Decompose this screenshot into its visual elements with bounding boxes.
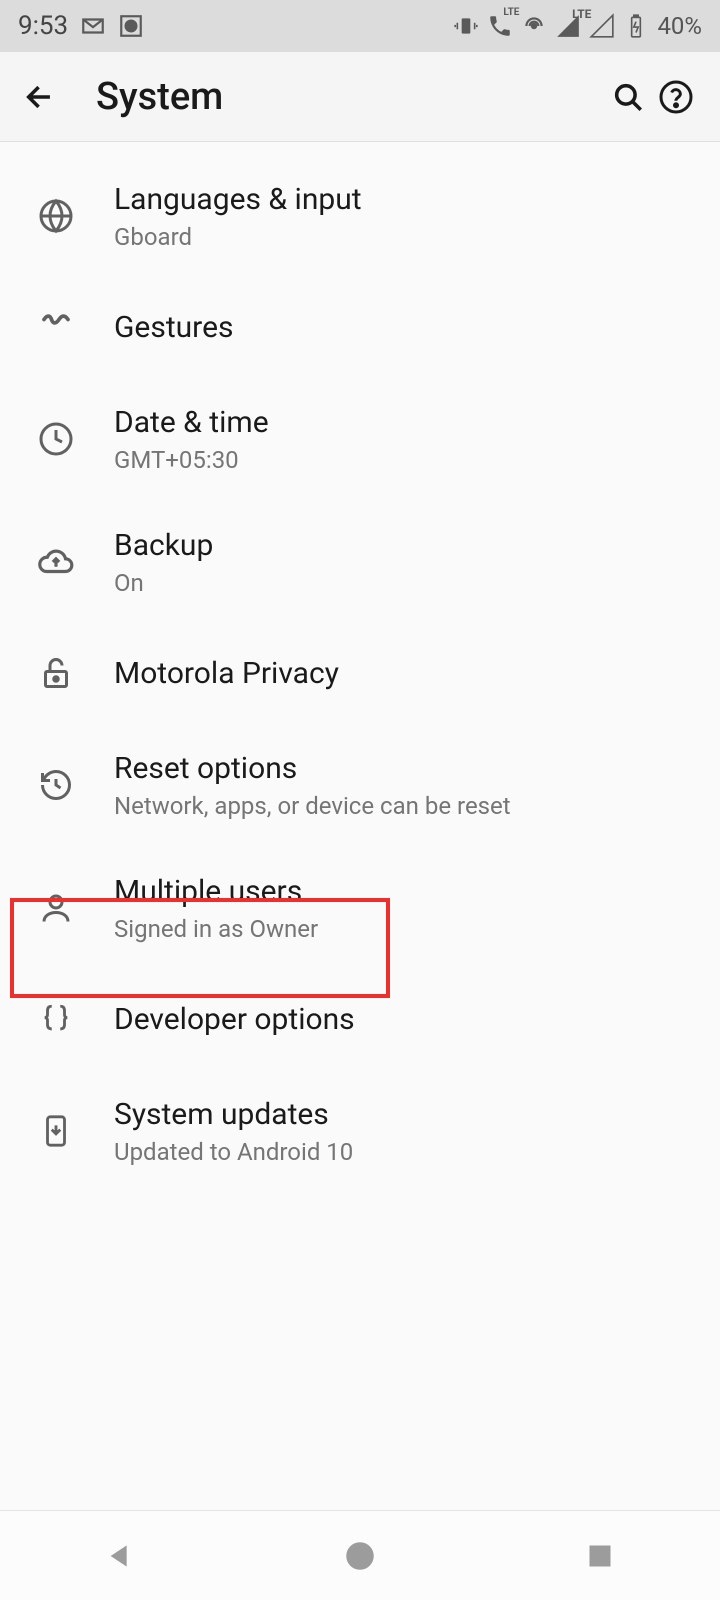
status-left: 9:53 — [18, 11, 144, 41]
nav-back-button[interactable] — [90, 1526, 150, 1586]
call-lte-icon: LTE — [487, 13, 513, 39]
globe-icon — [24, 198, 88, 234]
gmail-icon — [80, 13, 106, 39]
settings-item-subtitle: GMT+05:30 — [114, 446, 269, 474]
signal-full-icon: LTE — [555, 13, 581, 39]
status-right: LTE LTE 40% — [453, 12, 702, 40]
settings-item-title: Reset options — [114, 749, 511, 788]
settings-item-title: System updates — [114, 1095, 353, 1134]
back-button[interactable] — [20, 77, 60, 117]
settings-item-title: Gestures — [114, 308, 233, 347]
settings-item-subtitle: Gboard — [114, 223, 362, 251]
restore-icon — [24, 767, 88, 803]
settings-item-reset[interactable]: Reset options Network, apps, or device c… — [0, 723, 720, 846]
battery-percent: 40% — [657, 12, 702, 40]
settings-item-title: Developer options — [114, 1000, 355, 1039]
settings-item-subtitle: Signed in as Owner — [114, 915, 318, 943]
lock-open-icon — [24, 655, 88, 691]
help-button[interactable] — [652, 73, 700, 121]
nav-home-button[interactable] — [330, 1526, 390, 1586]
settings-item-subtitle: Updated to Android 10 — [114, 1138, 353, 1166]
hotspot-icon — [521, 13, 547, 39]
nav-recent-button[interactable] — [570, 1526, 630, 1586]
signal-empty-icon — [589, 13, 615, 39]
settings-item-title: Motorola Privacy — [114, 654, 339, 693]
system-update-icon — [24, 1114, 88, 1148]
page-title: System — [96, 75, 604, 119]
settings-item-datetime[interactable]: Date & time GMT+05:30 — [0, 377, 720, 500]
status-bar: 9:53 LTE LTE 40% — [0, 0, 720, 52]
search-button[interactable] — [604, 73, 652, 121]
call-lte-label: LTE — [503, 7, 519, 18]
settings-item-privacy[interactable]: Motorola Privacy — [0, 623, 720, 723]
settings-item-subtitle: Network, apps, or device can be reset — [114, 792, 511, 820]
settings-item-title: Date & time — [114, 403, 269, 442]
gesture-icon — [24, 309, 88, 345]
clock-icon — [24, 421, 88, 457]
settings-item-title: Backup — [114, 526, 213, 565]
braces-icon — [24, 1002, 88, 1036]
settings-item-backup[interactable]: Backup On — [0, 500, 720, 623]
vibrate-icon — [453, 13, 479, 39]
settings-item-users[interactable]: Multiple users Signed in as Owner — [0, 846, 720, 969]
settings-item-developer[interactable]: Developer options — [0, 969, 720, 1069]
settings-item-languages[interactable]: Languages & input Gboard — [0, 154, 720, 277]
settings-item-subtitle: On — [114, 569, 213, 597]
settings-item-title: Multiple users — [114, 872, 318, 911]
settings-item-gestures[interactable]: Gestures — [0, 277, 720, 377]
settings-item-updates[interactable]: System updates Updated to Android 10 — [0, 1069, 720, 1192]
signal-lte-label: LTE — [572, 7, 591, 21]
app-bar: System — [0, 52, 720, 142]
person-icon — [24, 890, 88, 926]
nav-bar — [0, 1510, 720, 1600]
settings-item-title: Languages & input — [114, 180, 362, 219]
app-icon — [118, 13, 144, 39]
cloud-upload-icon — [24, 543, 88, 581]
battery-charging-icon — [623, 13, 649, 39]
settings-list: Languages & input Gboard Gestures Date &… — [0, 142, 720, 1192]
status-time: 9:53 — [18, 11, 68, 41]
